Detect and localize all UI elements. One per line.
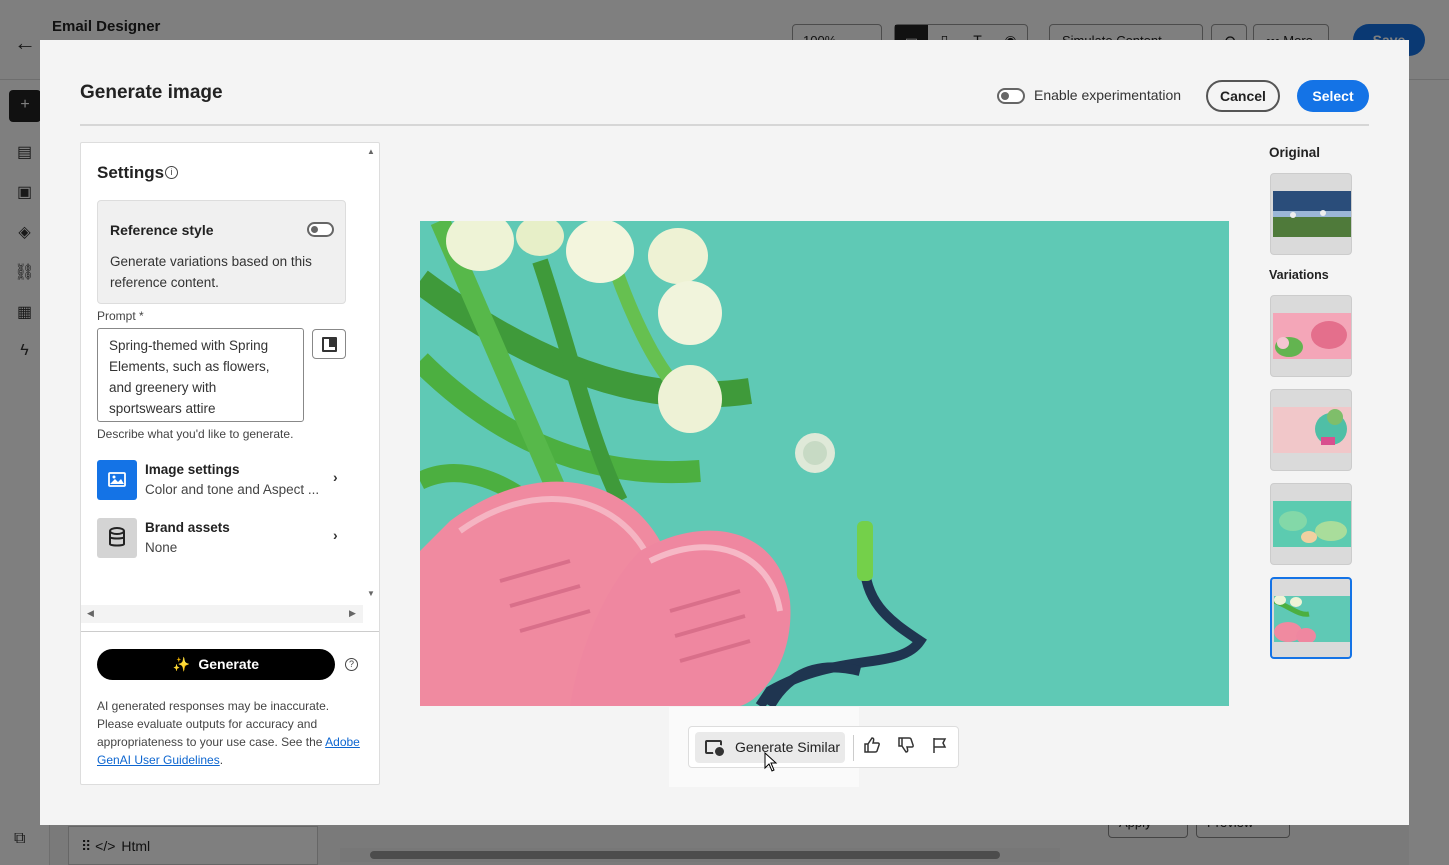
- dialog-title: Generate image: [80, 82, 223, 103]
- info-icon[interactable]: i: [165, 166, 178, 179]
- reference-style-toggle[interactable]: [307, 222, 334, 237]
- variations-label: Variations: [1269, 268, 1329, 282]
- action-bar-divider: [853, 735, 854, 761]
- reference-style-card: Reference style Generate variations base…: [97, 200, 346, 304]
- required-marker: *: [139, 309, 144, 323]
- generate-similar-label: Generate Similar: [735, 739, 841, 755]
- thumbs-up-icon[interactable]: [863, 736, 881, 759]
- scroll-up-icon[interactable]: ▲: [367, 147, 375, 156]
- generate-label: Generate: [198, 656, 260, 672]
- settings-panel: Settings i ▲ ▼ Reference style Generate …: [80, 142, 380, 785]
- cancel-button[interactable]: Cancel: [1206, 80, 1280, 112]
- enable-experimentation-label: Enable experimentation: [1034, 87, 1182, 103]
- image-settings-row[interactable]: Image settings Color and tone and Aspect…: [97, 460, 346, 502]
- disclaimer-text: AI generated responses may be inaccurate…: [97, 699, 330, 749]
- image-icon: [97, 460, 137, 500]
- settings-vertical-scrollbar[interactable]: ▲ ▼: [363, 143, 379, 605]
- prompt-library-icon[interactable]: [312, 329, 346, 359]
- image-action-bar: Generate Similar: [688, 726, 959, 768]
- disclaimer-end: .: [219, 753, 224, 767]
- reference-style-title: Reference style: [110, 222, 214, 238]
- variation-thumbnail[interactable]: [1270, 295, 1352, 377]
- image-settings-title: Image settings: [145, 462, 240, 477]
- brand-assets-subtitle: None: [145, 540, 178, 555]
- brand-assets-row[interactable]: Brand assets None ›: [97, 518, 346, 560]
- variation-thumbnail[interactable]: [1270, 389, 1352, 471]
- chevron-right-icon: ›: [333, 469, 338, 485]
- generated-image-preview: [420, 221, 1229, 706]
- settings-title: Settings: [97, 163, 165, 182]
- prompt-label-text: Prompt: [97, 309, 136, 323]
- variation-thumbnail-selected[interactable]: [1270, 577, 1352, 659]
- ai-disclaimer: AI generated responses may be inaccurate…: [97, 697, 367, 769]
- help-icon[interactable]: ?: [345, 658, 358, 671]
- original-label: Original: [1269, 145, 1321, 160]
- original-thumbnail[interactable]: [1270, 173, 1352, 255]
- enable-experimentation-toggle[interactable]: [997, 88, 1025, 104]
- scroll-down-icon[interactable]: ▼: [367, 589, 375, 598]
- prompt-label: Prompt *: [97, 309, 144, 323]
- generate-image-dialog: Generate image Enable experimentation Ca…: [40, 40, 1409, 825]
- settings-horizontal-scrollbar[interactable]: ◀ ▶: [81, 605, 363, 623]
- thumbs-down-icon[interactable]: [897, 736, 915, 759]
- brand-assets-title: Brand assets: [145, 520, 230, 535]
- generate-similar-icon: [705, 740, 726, 758]
- select-button[interactable]: Select: [1297, 80, 1369, 112]
- database-icon: [97, 518, 137, 558]
- header-divider: [80, 124, 1369, 126]
- image-settings-subtitle: Color and tone and Aspect ...: [145, 482, 320, 497]
- chevron-right-icon: ›: [333, 527, 338, 543]
- reference-style-description: Generate variations based on this refere…: [110, 254, 312, 290]
- mouse-pointer-icon: [764, 752, 778, 772]
- flag-icon[interactable]: [931, 736, 949, 759]
- generate-button[interactable]: ✨ Generate: [97, 649, 335, 680]
- scroll-right-icon[interactable]: ▶: [349, 608, 356, 619]
- variation-thumbnail[interactable]: [1270, 483, 1352, 565]
- scroll-left-icon[interactable]: ◀: [87, 608, 94, 619]
- panel-divider: [81, 631, 379, 632]
- prompt-help-text: Describe what you'd like to generate.: [97, 427, 294, 441]
- magic-wand-icon: ✨: [172, 656, 191, 672]
- prompt-input[interactable]: Spring-themed with Spring Elements, such…: [97, 328, 304, 422]
